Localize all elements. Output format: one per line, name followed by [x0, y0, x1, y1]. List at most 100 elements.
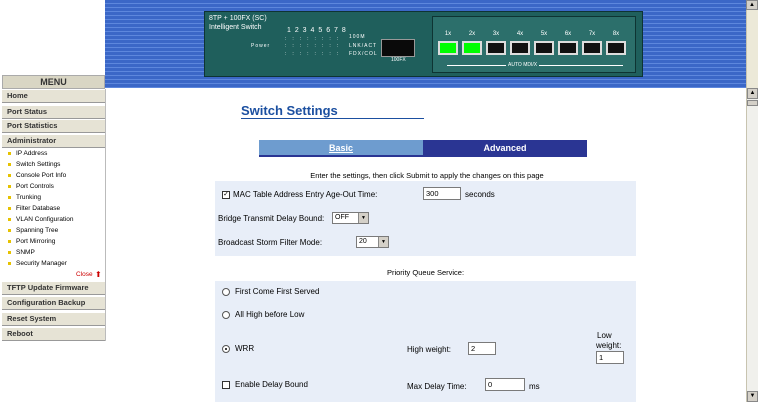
bullet-icon	[8, 173, 11, 177]
bullet-icon	[8, 261, 11, 265]
menu-sub-console-port-info[interactable]: Console Port Info	[8, 172, 66, 179]
menu-sub-port-controls[interactable]: Port Controls	[8, 183, 54, 190]
automdix-label: AUTO MDI/X	[506, 62, 540, 68]
port-6	[558, 41, 578, 55]
model-name: 8TP + 100FX (SC)	[209, 15, 267, 22]
storm-filter-label: Broadcast Storm Filter Mode:	[218, 238, 323, 247]
scroll-down-icon[interactable]: ▼	[747, 391, 758, 402]
led-power-label: Power	[251, 43, 271, 49]
bullet-icon	[8, 195, 11, 199]
led-lnkact-label: LNK/ACT	[349, 43, 378, 49]
scroll-up-icon[interactable]: ▲	[747, 88, 758, 99]
close-arrow-icon[interactable]: ⬆	[95, 270, 102, 279]
bullet-icon	[8, 239, 11, 243]
instructions-text: Enter the settings, then click Submit to…	[310, 171, 544, 180]
led-row-100m: ::::::::	[285, 36, 345, 42]
menu-item-home[interactable]: Home	[2, 89, 105, 103]
menu-item-tftp-update-firmware[interactable]: TFTP Update Firmware	[2, 281, 105, 295]
menu-sub-trunking[interactable]: Trunking	[8, 194, 41, 201]
priority-queue-label: Priority Queue Service:	[386, 268, 465, 277]
switch-front-panel: 8TP + 100FX (SC) Intelligent Switch 1 2 …	[204, 11, 643, 77]
menu-sub-port-mirroring[interactable]: Port Mirroring	[8, 238, 55, 245]
menu-sub-switch-settings[interactable]: Switch Settings	[8, 161, 60, 168]
bullet-icon	[8, 184, 11, 188]
port-number-4: 4x	[516, 31, 524, 37]
menu-sub-filter-database[interactable]: Filter Database	[8, 205, 60, 212]
port-1	[438, 41, 458, 55]
fiber-port-label: 100FX	[391, 57, 406, 63]
menu-item-reboot[interactable]: Reboot	[2, 327, 105, 341]
menu-sub-snmp[interactable]: SNMP	[8, 249, 35, 256]
menu-sub-security-manager[interactable]: Security Manager	[8, 260, 67, 267]
port-number-2: 2x	[468, 31, 476, 37]
led-row-fdxcol: ::::::::	[285, 51, 345, 57]
low-weight-label-2: weight:	[596, 341, 622, 350]
led-fdxcol-label: FDX/COL	[349, 51, 378, 57]
outer-scroll-up-icon[interactable]: ▲	[746, 0, 758, 10]
close-link[interactable]: Close	[76, 271, 93, 278]
page-title: Switch Settings	[241, 103, 338, 118]
model-subtitle: Intelligent Switch	[209, 24, 262, 31]
port-number-8: 8x	[612, 31, 620, 37]
high-before-low-radio[interactable]	[222, 311, 230, 319]
tab-underline-bar	[259, 155, 587, 157]
content-scrollbar[interactable]	[746, 88, 758, 402]
bullet-icon	[8, 228, 11, 232]
port-7	[582, 41, 602, 55]
high-weight-input[interactable]: 2	[468, 342, 496, 355]
high-before-low-label: All High before Low	[235, 310, 305, 319]
max-delay-label: Max Delay Time:	[407, 382, 467, 391]
top-left-blank	[0, 0, 105, 75]
bullet-icon	[8, 151, 11, 155]
scroll-thumb[interactable]	[747, 100, 758, 106]
port-3	[486, 41, 506, 55]
menu-item-reset-system[interactable]: Reset System	[2, 312, 105, 326]
menu-sub-ip-address[interactable]: IP Address	[8, 150, 47, 157]
port-number-1: 1x	[444, 31, 452, 37]
bridge-delay-select[interactable]: OFF ▼	[332, 212, 369, 224]
fiber-port	[381, 39, 415, 57]
fcfs-label: First Come First Served	[235, 287, 320, 296]
fcfs-radio[interactable]	[222, 288, 230, 296]
dropdown-arrow-icon[interactable]: ▼	[378, 237, 388, 247]
menu-item-administrator[interactable]: Administrator	[2, 134, 105, 148]
bullet-icon	[8, 206, 11, 210]
port-number-5: 5x	[540, 31, 548, 37]
bullet-icon	[8, 162, 11, 166]
menu-item-configuration-backup[interactable]: Configuration Backup	[2, 296, 105, 310]
mac-age-unit: seconds	[465, 190, 495, 199]
tab-basic[interactable]: Basic	[259, 140, 423, 156]
low-weight-label-1: Low	[597, 331, 612, 340]
menu-sub-spanning-tree[interactable]: Spanning Tree	[8, 227, 58, 234]
priority-queue-panel: First Come First Served All High before …	[215, 281, 636, 402]
bullet-icon	[8, 217, 11, 221]
high-weight-label: High weight:	[407, 345, 452, 354]
menu-sub-vlan-configuration[interactable]: VLAN Configuration	[8, 216, 73, 223]
wrr-label: WRR	[235, 344, 255, 353]
port-number-3: 3x	[492, 31, 500, 37]
menu-item-port-status[interactable]: Port Status	[2, 105, 105, 119]
storm-filter-select[interactable]: 20 ▼	[356, 236, 389, 248]
bullet-icon	[8, 250, 11, 254]
port-number-7: 7x	[588, 31, 596, 37]
port-4	[510, 41, 530, 55]
port-5	[534, 41, 554, 55]
title-underline	[241, 118, 424, 119]
ethernet-ports: 1x 2x 3x 4x 5x 6x 7x 8x AUTO MDI/X	[432, 16, 636, 73]
dropdown-arrow-icon[interactable]: ▼	[358, 213, 368, 223]
tab-advanced[interactable]: Advanced	[423, 140, 587, 156]
led-row-lnkact: ::::::::	[285, 43, 345, 49]
mac-age-checkbox[interactable]: ✓	[222, 191, 230, 199]
delay-bound-checkbox[interactable]	[222, 381, 230, 389]
menu-header: MENU	[2, 75, 105, 89]
max-delay-unit: ms	[529, 382, 540, 391]
port-number-6: 6x	[564, 31, 572, 37]
port-8	[606, 41, 626, 55]
max-delay-input[interactable]: 0	[485, 378, 525, 391]
bridge-delay-label: Bridge Transmit Delay Bound:	[218, 214, 325, 223]
wrr-radio[interactable]	[222, 345, 230, 353]
mac-age-input[interactable]: 300	[423, 187, 461, 200]
menu-item-port-statistics[interactable]: Port Statistics	[2, 119, 105, 133]
general-settings-panel: ✓ MAC Table Address Entry Age-Out Time: …	[215, 181, 636, 256]
low-weight-input[interactable]: 1	[596, 351, 624, 364]
